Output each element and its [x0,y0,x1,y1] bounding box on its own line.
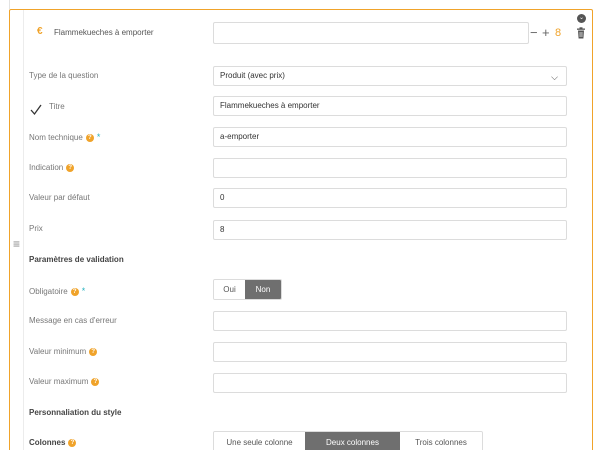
type-label: Type de la question [29,71,99,80]
valeur-defaut-input[interactable]: 0 [213,188,567,208]
prix-label: Prix [29,224,43,233]
checkmark-icon[interactable] [30,104,42,116]
indication-label: Indication? [29,163,75,172]
colonnes-text: Colonnes [29,438,66,447]
colonnes-option-3[interactable]: Trois colonnes [400,432,482,450]
valeur-defaut-label: Valeur par défaut [29,193,90,202]
question-icon[interactable]: ? [91,378,100,386]
valeur-maximum-input[interactable] [213,373,567,393]
message-erreur-label: Message en cas d'erreur [29,316,117,325]
type-select-value: Produit (avec prix) [220,71,285,80]
required-star-icon: * [81,286,86,296]
euro-icon: € [37,26,43,37]
obligatoire-toggle: Oui Non [213,279,282,300]
question-icon[interactable]: ? [66,164,75,172]
colonnes-segmented-control: Une seule colonne Deux colonnes Trois co… [213,431,483,450]
question-icon[interactable]: ? [68,439,77,447]
valeur-maximum-text: Valeur maximum [29,377,89,386]
question-icon[interactable]: ? [89,348,98,356]
collapse-chevron-icon[interactable]: ⌄ [577,14,586,23]
indication-input[interactable] [213,158,567,178]
question-header-title[interactable]: Flammekueches à emporter [54,28,154,37]
type-select[interactable]: Produit (avec prix) ⌵ [213,66,567,86]
indication-text: Indication [29,163,64,172]
valeur-maximum-label: Valeur maximum? [29,377,100,386]
titre-label: Titre [49,102,65,111]
chevron-down-icon: ⌵ [551,72,558,82]
drag-column: ≡ [10,10,24,450]
drag-handle-icon[interactable]: ≡ [11,238,22,250]
nom-technique-text: Nom technique [29,133,83,142]
prix-input[interactable]: 8 [213,220,567,240]
question-icon[interactable]: ? [70,288,79,296]
valeur-minimum-text: Valeur minimum [29,347,87,356]
header-input[interactable] [213,22,529,44]
obligatoire-text: Obligatoire [29,287,68,296]
price-display: 8 [555,27,562,39]
message-erreur-input[interactable] [213,311,567,331]
nom-technique-input[interactable]: a-emporter [213,127,567,147]
decrement-button[interactable]: − [530,26,538,39]
question-card: ≡ € Flammekueches à emporter − + 8 ⌄ Typ… [9,9,593,450]
colonnes-option-2[interactable]: Deux colonnes [305,432,400,450]
non-option[interactable]: Non [245,280,281,299]
nom-technique-label: Nom technique? * [29,132,100,142]
colonnes-label: Colonnes? [29,438,77,447]
obligatoire-label: Obligatoire? * [29,286,85,296]
valeur-minimum-label: Valeur minimum? [29,347,98,356]
question-icon[interactable]: ? [85,134,94,142]
required-star-icon: * [96,132,101,142]
validation-section-title: Paramètres de validation [29,255,124,264]
titre-input[interactable]: Flammekueches à emporter [213,96,567,116]
increment-button[interactable]: + [542,26,550,39]
valeur-minimum-input[interactable] [213,342,567,362]
colonnes-option-1[interactable]: Une seule colonne [214,432,305,450]
style-section-title: Personnaliation du style [29,408,122,417]
oui-option[interactable]: Oui [214,280,245,299]
trash-icon[interactable] [576,27,586,39]
